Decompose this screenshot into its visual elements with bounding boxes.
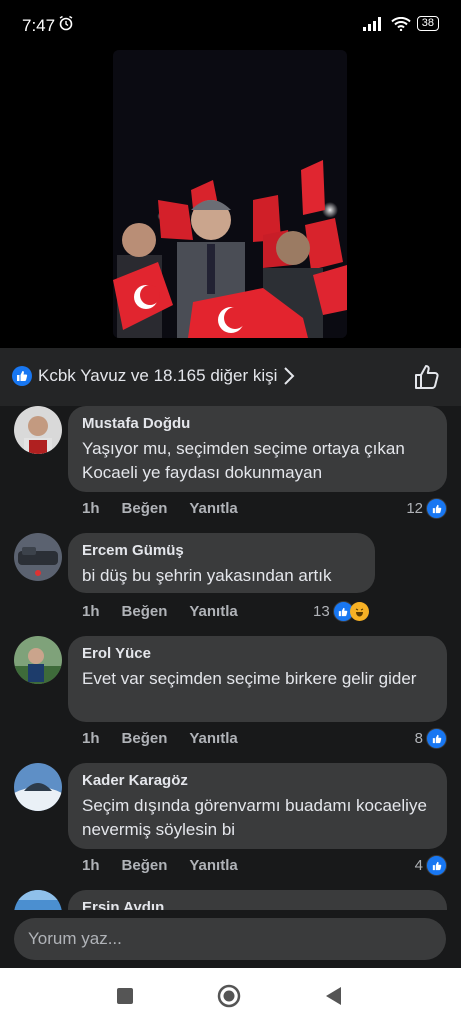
reaction-count: 4 <box>414 857 423 874</box>
comment-text: Evet var seçimden seçime birkere gelir g… <box>82 669 417 688</box>
comment-author[interactable]: Mustafa Doğdu <box>82 414 433 434</box>
wifi-icon <box>391 16 411 31</box>
reaction-count: 8 <box>414 730 423 747</box>
avatar[interactable] <box>14 533 62 581</box>
comment-author[interactable]: Ersin Aydın <box>82 898 433 910</box>
comment-text: bi düş bu şehrin yakasından artık <box>82 566 332 585</box>
comment-bubble[interactable]: Ercem Gümüş bi düş bu şehrin yakasından … <box>68 533 375 593</box>
video-thumbnail[interactable] <box>113 50 347 338</box>
comment-actions: 1h Beğen Yanıtla <box>82 730 238 747</box>
comment-bubble[interactable]: Kader Karagöz Seçim dışında görenvarmı b… <box>68 763 447 849</box>
video-player[interactable] <box>0 50 461 348</box>
comment-author[interactable]: Ercem Gümüş <box>82 541 361 561</box>
haha-icon <box>349 602 369 621</box>
comment-input[interactable] <box>14 918 446 960</box>
triangle-back-icon <box>326 987 341 1005</box>
like-button[interactable]: Beğen <box>122 500 168 517</box>
like-icon <box>426 498 447 519</box>
alarm-icon <box>59 15 73 31</box>
like-button[interactable]: Beğen <box>122 730 168 747</box>
comment-time: 1h <box>82 603 100 620</box>
comments-list[interactable]: Mustafa Doğdu Yaşıyor mu, seçimden seçim… <box>0 406 461 910</box>
video-scene-image <box>113 50 347 338</box>
avatar[interactable] <box>14 406 62 454</box>
recents-button[interactable] <box>113 984 137 1008</box>
comment-input-bar <box>0 910 461 968</box>
status-bar: 7:47 38 <box>0 0 461 50</box>
reaction-count: 13 <box>313 603 330 620</box>
comment-bubble[interactable]: Mustafa Doğdu Yaşıyor mu, seçimden seçim… <box>68 406 447 492</box>
comment-time: 1h <box>82 500 100 517</box>
circle-icon <box>217 984 241 1008</box>
reply-button[interactable]: Yanıtla <box>189 500 237 517</box>
reply-button[interactable]: Yanıtla <box>189 603 237 620</box>
comment-bubble[interactable]: Erol Yüce Evet var seçimden seçime birke… <box>68 636 447 722</box>
comment-reactions[interactable]: 4 <box>415 855 447 876</box>
reply-button[interactable]: Yanıtla <box>189 730 237 747</box>
square-icon <box>117 988 133 1004</box>
comment-author[interactable]: Erol Yüce <box>82 644 433 664</box>
avatar[interactable] <box>14 763 62 811</box>
status-time: 7:47 <box>22 16 56 35</box>
avatar[interactable] <box>14 636 62 684</box>
like-icon <box>426 855 447 876</box>
comment-bubble[interactable]: Ersin Aydın <box>68 890 447 910</box>
reactions-bar: Kcbk Yavuz ve 18.165 diğer kişi <box>0 348 461 406</box>
thumbs-up-icon[interactable] <box>413 363 441 391</box>
comment-reactions[interactable]: 8 <box>415 728 447 749</box>
comment-text: Seçim dışında görenvarmı buadamı kocaeli… <box>82 796 427 839</box>
comment-time: 1h <box>82 857 100 874</box>
back-button[interactable] <box>321 984 345 1008</box>
avatar[interactable] <box>14 890 62 910</box>
like-button[interactable]: Beğen <box>122 857 168 874</box>
like-button[interactable]: Beğen <box>122 603 168 620</box>
battery-indicator: 38 <box>416 16 439 31</box>
comment-text: Yaşıyor mu, seçimden seçime ortaya çıkan… <box>82 439 405 482</box>
signal-icon <box>362 16 381 31</box>
reactions-summary-link[interactable]: Kcbk Yavuz ve 18.165 diğer kişi <box>12 366 295 386</box>
navigation-bar <box>0 968 461 1024</box>
comment-actions: 1h Beğen Yanıtla <box>82 603 238 620</box>
comment-time: 1h <box>82 730 100 747</box>
chevron-right-icon <box>284 367 295 385</box>
comment-actions: 1h Beğen Yanıtla <box>82 857 238 874</box>
comment-reactions[interactable]: 12 <box>406 498 447 519</box>
reaction-count: 12 <box>406 500 423 517</box>
comment-actions: 1h Beğen Yanıtla <box>82 500 238 517</box>
comment-reactions[interactable]: 13 <box>313 601 369 622</box>
reactions-summary-text: Kcbk Yavuz ve 18.165 diğer kişi <box>38 366 278 385</box>
reply-button[interactable]: Yanıtla <box>189 857 237 874</box>
like-icon <box>12 366 32 386</box>
like-icon <box>426 728 447 749</box>
home-button[interactable] <box>217 984 241 1008</box>
comment-author[interactable]: Kader Karagöz <box>82 771 433 791</box>
